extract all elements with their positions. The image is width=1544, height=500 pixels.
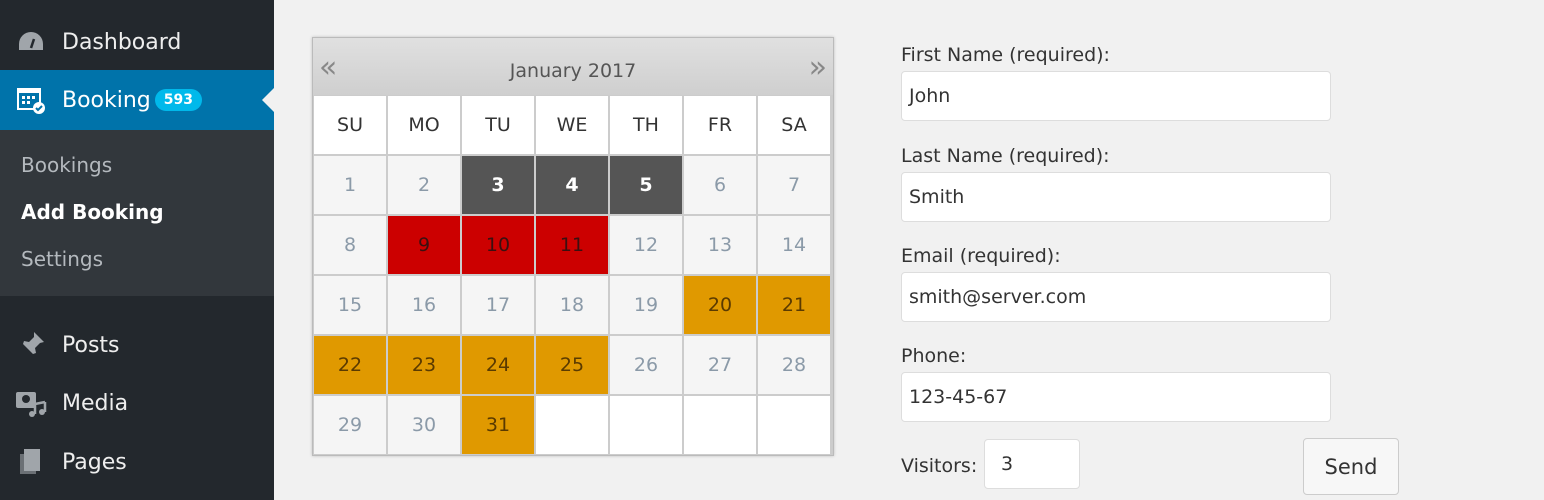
day-cell-pending[interactable]: 31	[462, 396, 534, 454]
phone-input[interactable]: 123-45-67	[901, 372, 1331, 422]
prev-month-button[interactable]: «	[319, 50, 337, 85]
day-cell-available[interactable]: 13	[684, 216, 756, 274]
day-cell-available[interactable]: 12	[610, 216, 682, 274]
day-cell-past: 4	[536, 156, 608, 214]
day-cell-pending[interactable]: 21	[758, 276, 830, 334]
weekday-header: TU	[462, 96, 534, 154]
next-month-button[interactable]: »	[809, 50, 827, 85]
day-cell-available[interactable]: 28	[758, 336, 830, 394]
menu-pages[interactable]: Pages	[0, 432, 274, 492]
submenu-add-booking[interactable]: Add Booking	[21, 200, 164, 224]
menu-label: Pages	[62, 449, 127, 475]
empty-cell	[536, 396, 608, 454]
day-cell-pending[interactable]: 23	[388, 336, 460, 394]
booking-submenu: Bookings Add Booking Settings	[0, 130, 274, 296]
weekday-header: MO	[388, 96, 460, 154]
first-name-input[interactable]: John	[901, 71, 1331, 121]
day-cell-available[interactable]: 27	[684, 336, 756, 394]
day-cell-available[interactable]: 2	[388, 156, 460, 214]
day-cell-past: 5	[610, 156, 682, 214]
day-cell-pending[interactable]: 24	[462, 336, 534, 394]
empty-cell	[758, 396, 830, 454]
menu-dashboard[interactable]: Dashboard	[0, 12, 274, 72]
day-cell-available[interactable]: 26	[610, 336, 682, 394]
booking-count-badge: 593	[154, 89, 203, 111]
day-cell-available[interactable]: 29	[314, 396, 386, 454]
menu-label: Dashboard	[62, 29, 182, 55]
month-title: January 2017	[509, 59, 637, 82]
day-cell-booked: 9	[388, 216, 460, 274]
pages-icon	[15, 446, 47, 478]
day-cell-pending[interactable]: 25	[536, 336, 608, 394]
weekday-header: SA	[758, 96, 830, 154]
day-cell-past: 3	[462, 156, 534, 214]
visitors-label: Visitors:	[901, 455, 978, 477]
last-name-label: Last Name (required):	[901, 145, 1110, 167]
submenu-settings[interactable]: Settings	[21, 247, 103, 271]
visitors-select[interactable]: 3	[984, 439, 1080, 489]
day-cell-available[interactable]: 1	[314, 156, 386, 214]
menu-posts[interactable]: Posts	[0, 315, 274, 375]
weekday-header: TH	[610, 96, 682, 154]
empty-cell	[610, 396, 682, 454]
day-cell-available[interactable]: 30	[388, 396, 460, 454]
submenu-bookings[interactable]: Bookings	[21, 153, 112, 177]
weekday-header: FR	[684, 96, 756, 154]
booking-calendar: « January 2017 » SU MO TU WE TH FR SA 1 2 3 4 5 6 7 8 9…	[312, 37, 834, 456]
last-name-input[interactable]: Smith	[901, 172, 1331, 222]
day-cell-available[interactable]: 6	[684, 156, 756, 214]
phone-label: Phone:	[901, 345, 967, 367]
calendar-check-icon	[15, 84, 47, 116]
menu-label: Media	[62, 390, 129, 416]
first-name-label: First Name (required):	[901, 44, 1110, 66]
email-input[interactable]: smith@server.com	[901, 272, 1331, 322]
day-cell-available[interactable]: 17	[462, 276, 534, 334]
menu-media[interactable]: Media	[0, 373, 274, 433]
admin-sidebar: Dashboard Booking 593 Bookings Add Booki…	[0, 0, 274, 500]
email-label: Email (required):	[901, 245, 1061, 267]
weekday-header: WE	[536, 96, 608, 154]
calendar-header: « January 2017 »	[313, 38, 833, 95]
menu-label: Booking	[62, 87, 151, 113]
day-cell-available[interactable]: 18	[536, 276, 608, 334]
send-button[interactable]: Send	[1303, 438, 1399, 495]
day-cell-available[interactable]: 7	[758, 156, 830, 214]
day-cell-pending[interactable]: 22	[314, 336, 386, 394]
menu-booking[interactable]: Booking 593	[0, 70, 274, 130]
day-cell-available[interactable]: 8	[314, 216, 386, 274]
menu-label: Posts	[62, 332, 120, 358]
empty-cell	[684, 396, 756, 454]
active-arrow	[262, 88, 274, 112]
dashboard-gauge-icon	[15, 26, 47, 58]
day-cell-available[interactable]: 19	[610, 276, 682, 334]
pushpin-icon	[15, 329, 47, 361]
day-cell-available[interactable]: 16	[388, 276, 460, 334]
day-cell-available[interactable]: 14	[758, 216, 830, 274]
media-camera-music-icon	[15, 387, 47, 419]
day-cell-booked: 11	[536, 216, 608, 274]
weekday-header: SU	[314, 96, 386, 154]
day-cell-booked: 10	[462, 216, 534, 274]
day-cell-pending[interactable]: 20	[684, 276, 756, 334]
calendar-grid: SU MO TU WE TH FR SA 1 2 3 4 5 6 7 8 9 10 11 12 13 14 15 16 17 1…	[313, 95, 833, 454]
day-cell-available[interactable]: 15	[314, 276, 386, 334]
